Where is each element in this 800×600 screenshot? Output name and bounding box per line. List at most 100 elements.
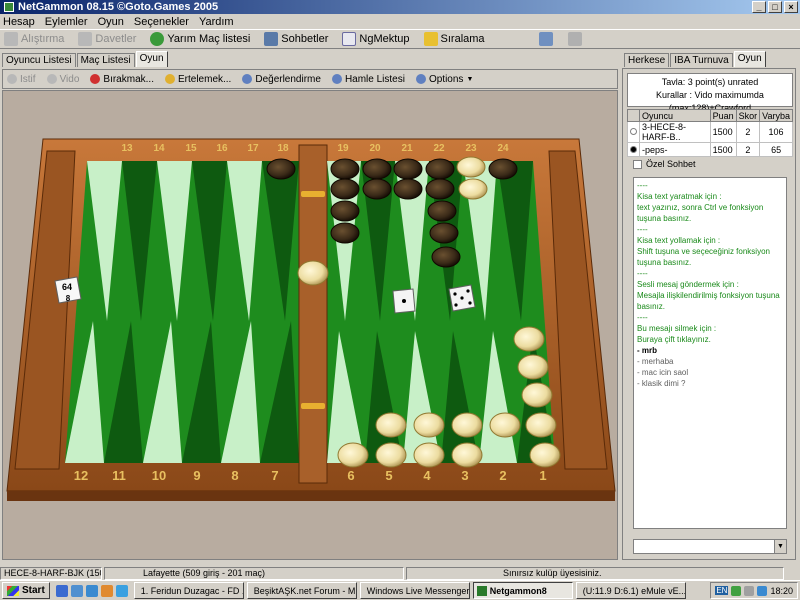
calendar-icon[interactable] [538,32,553,46]
radio-button-selected[interactable] [630,145,637,153]
minimize-button[interactable]: _ [752,1,766,13]
tab-game-chat[interactable]: Oyun [733,51,766,67]
menu-hesap[interactable]: Hesap [3,16,35,28]
task-button-active[interactable]: Netgammon8 [472,582,573,599]
col-varyba[interactable]: Varyba [759,109,793,122]
chat-line: - klasik dimi ? [637,379,686,388]
chevron-down-icon[interactable]: ▼ [774,540,786,553]
menu-eylemler[interactable]: Eylemler [45,16,88,28]
status-bar: HECE-8-HARF-BJK (1500.00 - Lafayette (50… [0,566,800,580]
col-score[interactable]: Skor [735,109,761,122]
col-player[interactable]: Oyuncu [639,109,711,122]
resign-label: Istif [20,73,36,85]
options-label: Options [428,73,464,85]
move-list-button[interactable]: Hamle Listesi [331,74,405,85]
resign-button[interactable]: Istif [7,74,36,85]
double-button[interactable]: Vido [46,74,79,85]
messenger-icon[interactable] [85,584,98,597]
chats-button[interactable]: Sohbetler [264,32,328,46]
language-indicator[interactable]: EN [715,586,729,595]
point-label-11: 11 [112,468,126,483]
tab-everyone[interactable]: Herkese [624,53,670,67]
row-radio-cell [627,121,640,143]
tab-player-list[interactable]: Oyuncu Listesi [2,53,76,67]
radio-button[interactable] [630,128,637,135]
media-player-icon[interactable] [100,584,113,597]
practice-button[interactable]: Alıştırma [4,32,64,46]
start-button[interactable]: Start [2,582,50,599]
chat-line: Mesajla ilişkilendirilmiş fonksiyon tuşu… [637,291,780,311]
messenger-tray-icon[interactable] [757,585,768,596]
explorer-icon[interactable] [70,584,83,597]
status-player: HECE-8-HARF-BJK (1500.00 - [0,566,102,580]
evaluation-label: Değerlendirme [255,73,321,85]
right-tabs: Herkese IBA Turnuva Oyun [624,51,767,68]
exit-icon[interactable] [567,32,582,46]
task-button[interactable]: Windows Live Messenger [359,582,470,599]
chat-line: - mrb [637,346,657,355]
leave-button[interactable]: Bırakmak... [90,74,154,85]
right-panel: Tavla: 3 point(s) unrated Kurallar : Vid… [622,68,796,560]
network-icon[interactable] [731,585,742,596]
title-bar[interactable]: NetGammon 08.15 ©Goto.Games 2005 _ □ × [0,0,800,14]
table-row[interactable]: -peps- 1500 2 65 [627,142,793,157]
point-label-18: 18 [277,143,289,154]
task-button[interactable]: BeşiktAŞK.net Forum - M... [246,582,357,599]
chat-line: - mac icin saol [637,368,689,377]
game-toolbar: Istif Vido Bırakmak... Ertelemek... Değe… [2,69,618,89]
chat-input[interactable]: ▼ [633,539,787,554]
menu-yardim[interactable]: Yardım [199,16,234,28]
options-button[interactable]: Options ▼ [415,73,473,85]
player-name: 3-HECE-8-HARF-B.. [639,121,711,143]
chat-line: ---- [637,225,648,234]
browser-icon[interactable] [55,584,68,597]
point-label-5: 5 [385,468,392,483]
board-edge [7,491,615,501]
chat-line: Sesli mesaj göndermek için : [637,280,739,289]
invitations-button[interactable]: Davetler [78,32,136,46]
tab-iba-tournament[interactable]: IBA Turnuva [670,53,733,67]
postpone-button[interactable]: Ertelemek... [164,74,231,85]
task-label: (U:11.9 D:6.1) eMule vE... [582,585,686,596]
point-label-6: 6 [347,468,354,483]
backgammon-board[interactable]: 13 14 15 16 17 18 19 20 21 22 23 24 12 1… [3,91,618,560]
doubling-cube[interactable]: 64 8 [54,276,82,304]
col-rating[interactable]: Puan [709,109,737,122]
desktop-icon[interactable] [115,584,128,597]
private-chat-checkbox[interactable] [633,159,642,169]
chat-log[interactable]: ---- Kisa text yaratmak için : text yazını… [633,177,787,529]
status-location: Lafayette (509 giriş - 201 maç) [104,566,404,580]
chats-icon [264,32,279,46]
maximize-button[interactable]: □ [768,1,782,13]
resign-icon [7,74,17,84]
menu-secenekler[interactable]: Seçenekler [134,16,189,28]
match-info: Tavla: 3 point(s) unrated Kurallar : Vid… [627,73,793,113]
menu-oyun[interactable]: Oyun [98,16,124,28]
point-label-16: 16 [216,143,228,154]
volume-icon[interactable] [744,585,755,596]
close-button[interactable]: × [784,1,798,13]
chat-line: - merhaba [637,357,674,366]
private-chat-toggle[interactable]: Özel Sohbet [633,159,696,169]
match-type: Tavla: 3 point(s) unrated [661,77,759,87]
player-score: 2 [735,121,761,143]
cube-value: 64 [62,282,72,292]
die-2 [448,284,476,312]
tab-game[interactable]: Oyun [135,51,168,67]
tab-match-list[interactable]: Maç Listesi [76,53,135,67]
left-tabs: Oyuncu Listesi Maç Listesi Oyun [2,51,169,68]
invitations-icon [78,32,93,46]
evaluation-button[interactable]: Değerlendirme [242,74,321,85]
chat-line: text yazınız, sonra Ctrl ve fonksiyon tu… [637,203,764,223]
mail-button[interactable]: NgMektup [342,32,410,46]
table-row[interactable]: 3-HECE-8-HARF-B.. 1500 2 106 [627,121,793,143]
ranking-button[interactable]: Sıralama [423,32,485,46]
practice-label: Alıştırma [21,33,65,45]
player-score: 2 [735,142,761,157]
half-match-list-button[interactable]: Yarım Maç listesi [150,32,250,46]
task-button[interactable]: 1. Feridun Duzagac - FD ... [133,582,244,599]
ranking-label: Sıralama [440,33,485,45]
board-area: 13 14 15 16 17 18 19 20 21 22 23 24 12 1… [2,90,618,560]
leave-icon [90,74,101,84]
task-button[interactable]: (U:11.9 D:6.1) eMule vE... [575,582,686,599]
